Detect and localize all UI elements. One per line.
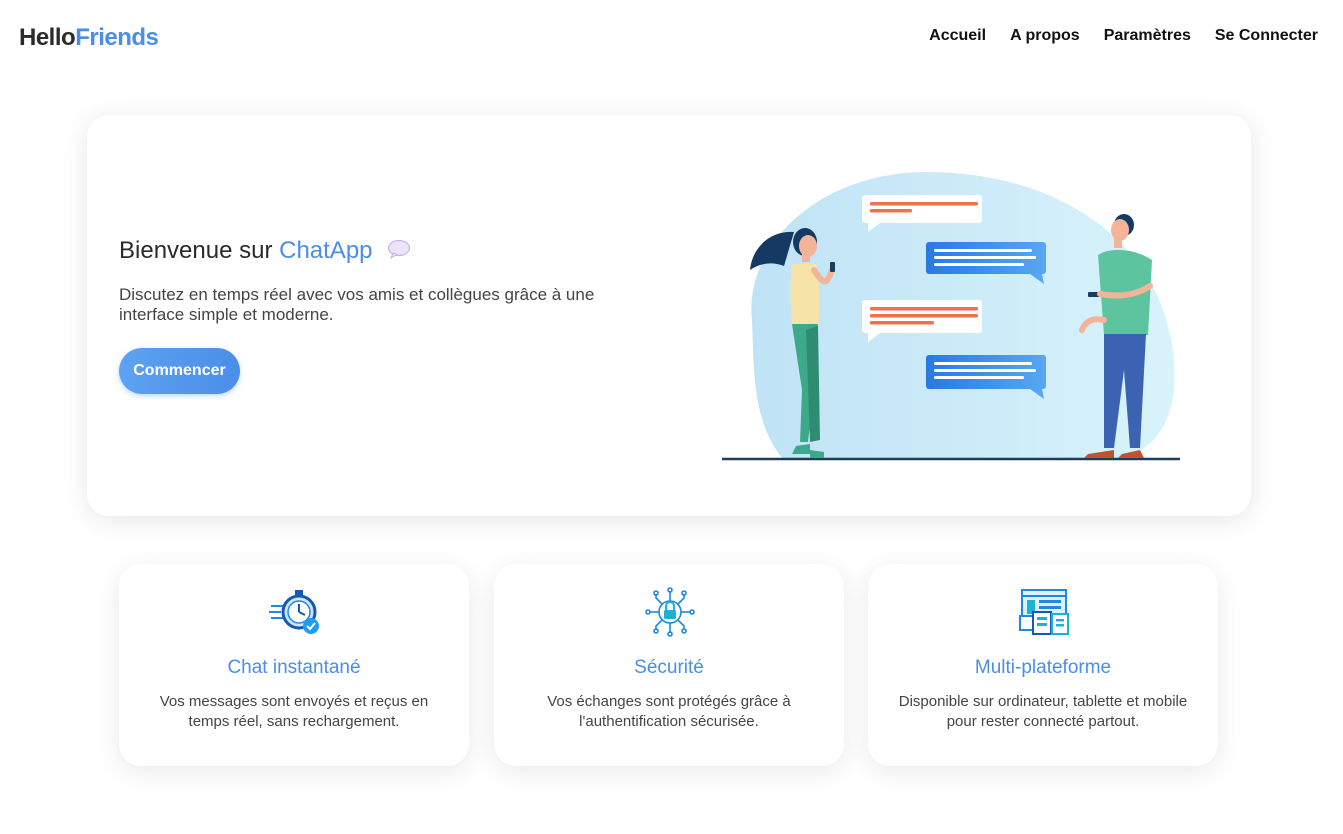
feature-card-multiplatform: Multi-plateforme Disponible sur ordinate… [868, 564, 1218, 766]
navbar: HelloFriends Accueil A propos Paramètres… [0, 0, 1343, 74]
feature-card-chat: Chat instantané Vos messages sont envoyé… [119, 564, 469, 766]
feature-title: Sécurité [634, 657, 704, 678]
feature-text: Vos messages sont envoyés et reçus en te… [159, 693, 429, 730]
feature-title: Chat instantané [227, 657, 361, 678]
feature-text: Vos échanges sont protégés grâce à l'aut… [547, 693, 791, 730]
feature-card-security: Sécurité Vos échanges sont protégés grâc… [494, 564, 844, 766]
hero-title-accent: ChatApp [279, 237, 373, 264]
nav-link-se-connecter[interactable]: Se Connecter [1215, 27, 1318, 45]
devices-icon [1019, 589, 1069, 635]
main-nav: Accueil A propos Paramètres Se Connecter [929, 27, 1318, 45]
padlock-circuit-icon [645, 587, 695, 637]
nav-link-parametres[interactable]: Paramètres [1104, 27, 1191, 45]
nav-link-accueil[interactable]: Accueil [929, 27, 986, 45]
brand-logo-part1: Hello [19, 24, 76, 51]
start-button[interactable]: Commencer [119, 348, 240, 394]
hero-title-prefix: Bienvenue sur [119, 237, 280, 264]
two-people-chatting-illustration [722, 171, 1180, 461]
feature-title: Multi-plateforme [974, 657, 1112, 678]
hero-card: Bienvenue sur ChatApp Discutez en temps … [87, 115, 1251, 516]
speech-bubble-icon [387, 238, 411, 266]
stopwatch-icon [269, 590, 319, 634]
brand-logo[interactable]: HelloFriends [19, 24, 159, 52]
hero-title: Bienvenue sur ChatApp [119, 237, 411, 266]
brand-logo-part2: Friends [75, 24, 159, 51]
feature-text: Disponible sur ordinateur, tablette et m… [898, 693, 1188, 730]
hero-description: Discutez en temps réel avec vos amis et … [119, 285, 595, 324]
nav-link-a-propos[interactable]: A propos [1010, 27, 1080, 45]
